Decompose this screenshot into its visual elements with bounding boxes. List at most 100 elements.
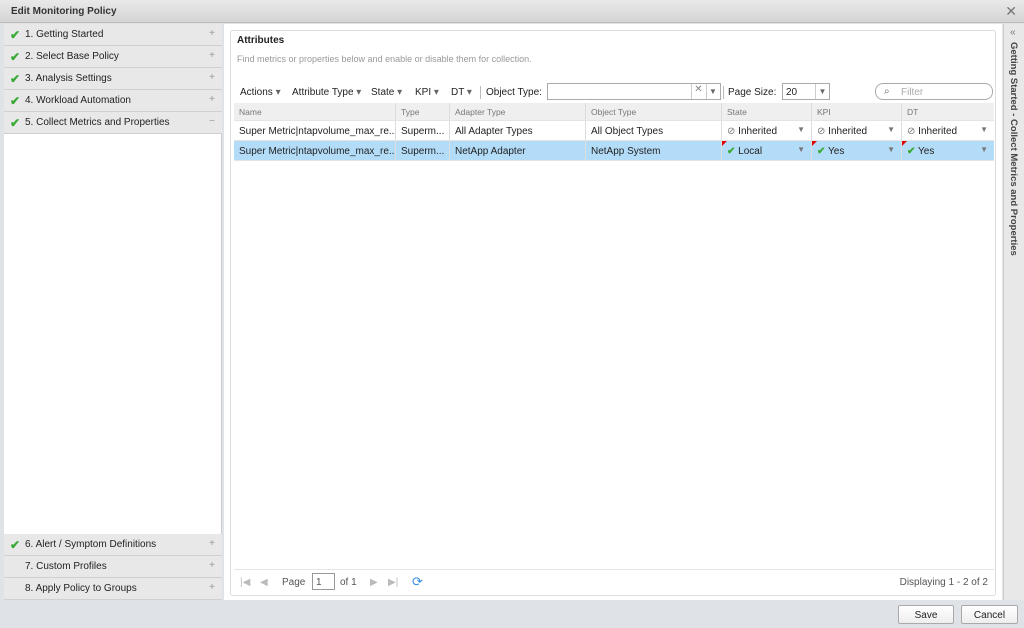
check-icon: ✔ [10,28,21,42]
divider [723,86,724,99]
col-adapter-type[interactable]: Adapter Type [450,103,586,120]
step-label: 3. Analysis Settings [25,73,112,84]
collapse-icon[interactable]: « [1010,27,1016,38]
cell-object: NetApp System [586,141,722,160]
expand-icon[interactable]: + [209,560,215,571]
pagination: |◀ ◀ Page 1 of 1 ▶ ▶| ⟳ Displaying 1 - 2… [234,569,994,593]
dt-select[interactable]: ⊘ Inherited ▼ [902,121,994,140]
displaying-count: Displaying 1 - 2 of 2 [899,577,988,588]
page-count: of 1 [340,577,357,588]
attribute-type-menu[interactable]: Attribute Type [292,87,361,98]
step-collect-metrics[interactable]: ✔ 5. Collect Metrics and Properties − [4,112,222,134]
chevron-down-icon[interactable]: ▼ [815,84,829,99]
check-icon: ✔ [10,538,21,552]
modified-marker [902,141,907,146]
expand-icon[interactable]: + [209,50,215,61]
state-select[interactable]: ⊘ Inherited ▼ [722,121,812,140]
inherited-icon: ⊘ [817,126,826,137]
page-size-label: Page Size: [728,87,777,98]
modified-marker [722,141,727,146]
check-icon: ✔ [10,116,21,130]
actions-menu[interactable]: Actions [240,87,281,98]
expand-icon[interactable]: + [209,94,215,105]
page-size-value: 20 [786,87,798,98]
col-kpi[interactable]: KPI [812,103,902,120]
step-label: 8. Apply Policy to Groups [25,583,137,594]
cell-type: Superm... [396,121,450,140]
check-icon: ✔ [907,146,916,157]
cell-name: Super Metric|ntapvolume_max_re... [234,121,396,140]
expand-icon[interactable]: + [209,72,215,83]
chevron-down-icon[interactable]: ▼ [980,125,988,134]
collapse-icon[interactable]: − [209,116,215,127]
attributes-title: Attributes [237,35,285,46]
cell-adapter: All Adapter Types [450,121,586,140]
check-icon: ✔ [10,72,21,86]
expand-icon[interactable]: + [209,538,215,549]
chevron-down-icon[interactable]: ▼ [887,125,895,134]
dt-menu[interactable]: DT [451,87,472,98]
expand-icon[interactable]: + [209,582,215,593]
expand-icon[interactable]: + [209,28,215,39]
filter-placeholder: Filter [901,87,924,98]
chevron-down-icon[interactable]: ▼ [887,145,895,154]
col-name[interactable]: Name [234,103,396,120]
check-icon: ✔ [10,50,21,64]
state-value: Inherited [738,126,778,137]
first-page-icon[interactable]: |◀ [240,577,250,588]
chevron-down-icon[interactable]: ▼ [797,125,805,134]
save-button[interactable]: Save [898,605,954,624]
attributes-card: Attributes Find metrics or properties be… [230,30,996,596]
col-object-type[interactable]: Object Type [586,103,722,120]
inherited-icon: ⊘ [907,126,916,137]
page-label: Page [282,577,306,588]
chevron-down-icon[interactable]: ▼ [980,145,988,154]
side-panel-title: Getting Started - Collect Metrics and Pr… [1008,42,1019,256]
dt-value: Yes [918,146,935,157]
step-label: 7. Custom Profiles [25,561,107,572]
prev-page-icon[interactable]: ◀ [260,577,268,588]
kpi-select[interactable]: ✔ Yes ▼ [812,141,902,160]
table-row[interactable]: Super Metric|ntapvolume_max_re... Superm… [234,121,994,141]
chevron-down-icon[interactable]: ▼ [706,84,719,99]
step-workload-automation[interactable]: ✔ 4. Workload Automation + [4,90,222,112]
state-select[interactable]: ✔ Local ▼ [722,141,812,160]
refresh-icon[interactable]: ⟳ [412,574,423,590]
next-page-icon[interactable]: ▶ [370,577,378,588]
step-alert-symptom[interactable]: ✔ 6. Alert / Symptom Definitions + [4,534,222,556]
step-apply-policy[interactable]: 8. Apply Policy to Groups + [4,578,222,600]
cancel-button[interactable]: Cancel [961,605,1018,624]
help-side-panel[interactable]: « Getting Started - Collect Metrics and … [1003,24,1024,600]
state-menu[interactable]: State [371,87,402,98]
step-label: 2. Select Base Policy [25,51,119,62]
cell-type: Superm... [396,141,450,160]
step-analysis-settings[interactable]: ✔ 3. Analysis Settings + [4,68,222,90]
clear-icon[interactable]: ✕ [691,84,705,99]
chevron-down-icon[interactable]: ▼ [797,145,805,154]
close-icon[interactable]: ✕ [1005,3,1017,20]
page-input[interactable]: 1 [312,573,335,590]
state-value: Local [738,146,763,157]
filter-input[interactable]: ⌕ Filter [875,83,993,100]
dt-select[interactable]: ✔ Yes ▼ [902,141,994,160]
step-getting-started[interactable]: ✔ 1. Getting Started + [4,24,222,46]
grid-header: Name Type Adapter Type Object Type State… [234,103,994,121]
col-state[interactable]: State [722,103,812,120]
steps-panel: ✔ 1. Getting Started + ✔ 2. Select Base Pol… [4,24,222,600]
kpi-select[interactable]: ⊘ Inherited ▼ [812,121,902,140]
step-custom-profiles[interactable]: 7. Custom Profiles + [4,556,222,578]
inherited-icon: ⊘ [727,126,736,137]
object-type-label: Object Type: [486,87,542,98]
col-dt[interactable]: DT [902,103,994,120]
last-page-icon[interactable]: ▶| [388,577,398,588]
dt-value: Inherited [918,126,958,137]
step-label: 6. Alert / Symptom Definitions [25,539,157,550]
step-label: 5. Collect Metrics and Properties [25,117,170,128]
step-select-base-policy[interactable]: ✔ 2. Select Base Policy + [4,46,222,68]
col-type[interactable]: Type [396,103,450,120]
table-row-selected[interactable]: Super Metric|ntapvolume_max_re... Superm… [234,141,994,161]
page-size-select[interactable]: 20 ▼ [782,83,830,100]
check-icon: ✔ [817,146,826,157]
kpi-menu[interactable]: KPI [415,87,439,98]
modified-marker [812,141,817,146]
